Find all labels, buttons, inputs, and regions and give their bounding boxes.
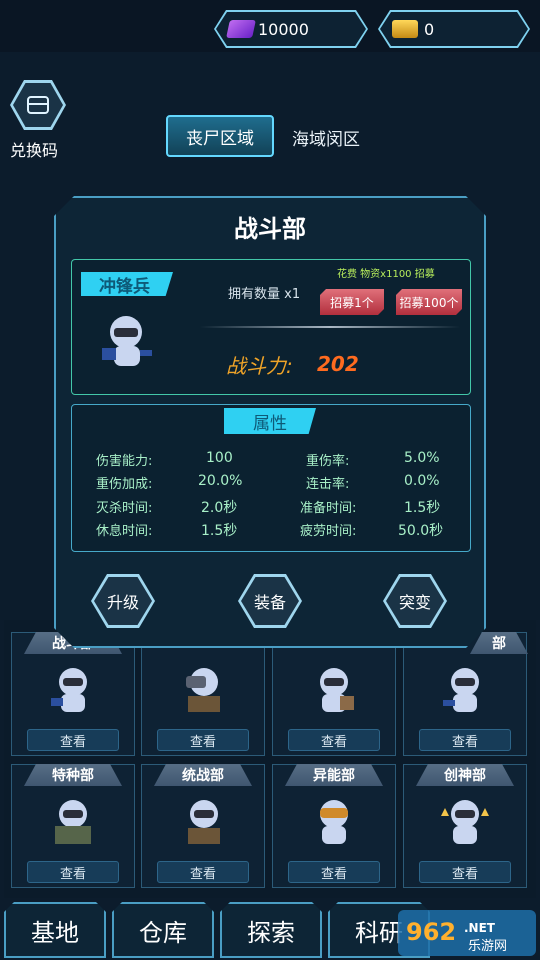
watermark-sub: 乐游网	[468, 939, 507, 954]
unit-name: 冲锋兵	[81, 272, 173, 296]
watermark-text: 962	[406, 918, 456, 946]
view-button[interactable]: 查看	[27, 729, 119, 751]
soldier-avatar	[441, 800, 489, 844]
attr-label: 灭杀时间:	[96, 501, 153, 516]
upgrade-button[interactable]: 升级	[91, 574, 155, 628]
nav-warehouse[interactable]: 仓库	[112, 902, 214, 958]
attr-label: 准备时间:	[300, 501, 357, 516]
soldier-avatar	[186, 668, 220, 712]
soldier-avatar	[320, 800, 348, 844]
department-name: 统战部	[154, 764, 252, 786]
attr-value: 1.5秒	[404, 500, 441, 516]
nav-base[interactable]: 基地	[4, 902, 106, 958]
soldier-avatar	[188, 800, 220, 844]
soldier-avatar	[51, 668, 87, 712]
view-button[interactable]: 查看	[27, 861, 119, 883]
tab-sea-zone[interactable]: 海域闵区	[292, 125, 360, 150]
attr-value: 20.0%	[198, 473, 243, 489]
soldier-avatar	[443, 668, 479, 712]
view-button[interactable]: 查看	[157, 861, 249, 883]
view-button[interactable]: 查看	[157, 729, 249, 751]
department-name: 异能部	[285, 764, 383, 786]
soldier-avatar	[55, 800, 91, 844]
attr-label: 休息时间:	[96, 524, 153, 539]
attr-value: 0.0%	[404, 473, 440, 489]
chest-icon	[27, 96, 49, 114]
department-name: 创神部	[416, 764, 514, 786]
unit-avatar	[102, 316, 152, 366]
attr-value: 1.5秒	[201, 523, 238, 539]
breakthrough-label: 突变	[386, 577, 444, 625]
view-button[interactable]: 查看	[288, 729, 380, 751]
upgrade-label: 升级	[94, 577, 152, 625]
gold-currency[interactable]: 0	[378, 10, 530, 48]
owned-count: 拥有数量 x1	[228, 287, 301, 302]
watermark-logo: 962 .NET 乐游网	[398, 910, 536, 956]
view-button[interactable]: 查看	[419, 729, 511, 751]
attr-label: 伤害能力:	[96, 454, 153, 469]
equip-label: 装备	[241, 577, 299, 625]
gem-icon	[226, 20, 256, 38]
power-value: 202	[317, 352, 359, 376]
attr-value: 50.0秒	[398, 523, 444, 539]
view-button[interactable]: 查看	[288, 861, 380, 883]
attr-label: 连击率:	[306, 477, 350, 492]
view-button[interactable]: 查看	[419, 861, 511, 883]
dialog-title: 战斗部	[234, 215, 306, 243]
equip-button[interactable]: 装备	[238, 574, 302, 628]
attr-value: 5.0%	[404, 450, 440, 466]
attr-label: 疲劳时间:	[300, 524, 357, 539]
recruit-cost: 花费 物资x1100 招募	[337, 269, 435, 280]
department-name: 特种部	[24, 764, 122, 786]
tab-zombie-zone[interactable]: 丧尸区域	[166, 115, 274, 157]
redeem-code-button[interactable]	[10, 80, 68, 130]
gold-amount: 0	[424, 19, 435, 39]
attributes-title: 属性	[224, 408, 316, 434]
gold-icon	[392, 20, 418, 38]
soldier-avatar	[320, 668, 354, 712]
watermark-suffix: .NET	[464, 921, 496, 935]
nav-explore[interactable]: 探索	[220, 902, 322, 958]
power-label: 战斗力:	[226, 354, 293, 378]
divider	[200, 326, 460, 328]
gem-currency[interactable]: 10000	[214, 10, 368, 48]
redeem-code-label: 兑换码	[10, 141, 59, 160]
attr-value: 2.0秒	[201, 500, 238, 516]
attr-label: 重伤加成:	[96, 477, 153, 492]
gem-amount: 10000	[258, 19, 309, 39]
recruit-hundred-button[interactable]: 招募100个	[396, 289, 462, 315]
attr-value: 100	[206, 450, 233, 466]
recruit-one-button[interactable]: 招募1个	[320, 289, 384, 315]
breakthrough-button[interactable]: 突变	[383, 574, 447, 628]
attr-label: 重伤率:	[306, 454, 350, 469]
